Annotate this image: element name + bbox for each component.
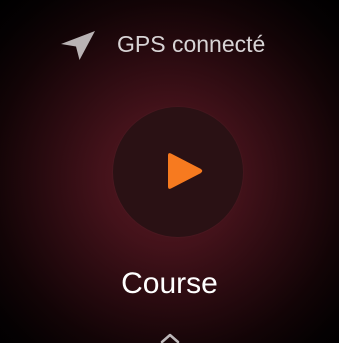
gps-status: GPS connecté <box>0 27 339 61</box>
play-icon <box>113 107 243 237</box>
gps-status-label: GPS connecté <box>117 31 266 57</box>
watch-screen: GPS connecté Course <box>0 0 339 343</box>
chevron-up-icon[interactable] <box>158 328 182 343</box>
navigation-arrow-icon <box>58 29 98 61</box>
start-activity-button[interactable] <box>113 107 243 237</box>
activity-type-label: Course <box>121 267 218 300</box>
